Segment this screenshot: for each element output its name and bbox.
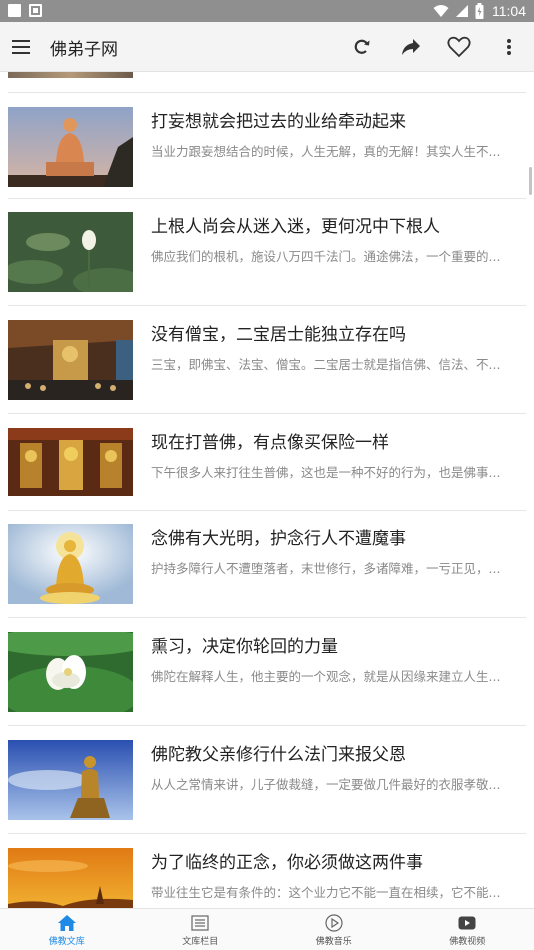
more-button[interactable] bbox=[497, 35, 521, 59]
heart-icon bbox=[447, 36, 471, 58]
battery-icon bbox=[475, 3, 484, 19]
article-title[interactable]: 为了临终的正念，你必须做这两件事 bbox=[151, 848, 521, 873]
article-thumbnail bbox=[8, 428, 133, 508]
favorite-button[interactable] bbox=[447, 35, 471, 59]
article-title[interactable]: 没有僧宝，二宝居士能独立存在吗 bbox=[151, 320, 521, 345]
app-notification-icon bbox=[29, 4, 42, 17]
menu-button[interactable] bbox=[12, 35, 36, 59]
article-summary: 三宝，即佛宝、法宝、僧宝。二宝居士就是指信佛、信法、不... bbox=[151, 357, 501, 372]
article-summary: 当业力跟妄想结合的时候，人生无解，真的无解！其实人生不... bbox=[151, 144, 501, 159]
article-list[interactable]: 打妄想就会把过去的业给牵动起来 当业力跟妄想结合的时候，人生无解，真的无解！其实… bbox=[0, 72, 534, 908]
article-title[interactable]: 打妄想就会把过去的业给牵动起来 bbox=[151, 107, 521, 132]
article-title[interactable]: 现在打普佛，有点像买保险一样 bbox=[151, 428, 521, 453]
tab-label: 佛教文库 bbox=[48, 937, 85, 947]
signal-icon bbox=[456, 5, 468, 17]
share-button[interactable] bbox=[399, 35, 423, 59]
list-icon bbox=[190, 914, 210, 932]
list-item[interactable]: 上根人尚会从迷入迷，更何况中下根人 佛应我们的根机，施设八万四千法门。通途佛法，… bbox=[0, 212, 534, 320]
app-bar: 佛弟子网 bbox=[0, 22, 534, 72]
refresh-icon bbox=[354, 39, 370, 54]
divider bbox=[8, 617, 526, 618]
divider bbox=[8, 510, 526, 511]
article-summary: 从人之常情来讲，儿子做裁缝，一定要做几件最好的衣服孝敬... bbox=[151, 777, 501, 792]
article-title[interactable]: 念佛有大光明，护念行人不遭魔事 bbox=[151, 524, 521, 549]
list-item[interactable]: 熏习，决定你轮回的力量 佛陀在解释人生，他主要的一个观念，就是从因缘来建立人生.… bbox=[0, 632, 534, 740]
article-summary: 佛应我们的根机，施设八万四千法门。通途佛法，一个重要的... bbox=[151, 249, 501, 264]
tab-label: 佛教音乐 bbox=[315, 937, 352, 947]
divider bbox=[8, 305, 526, 306]
home-icon bbox=[57, 914, 77, 932]
wifi-icon bbox=[433, 5, 449, 17]
status-bar: 11:04 bbox=[0, 0, 534, 22]
refresh-button[interactable] bbox=[350, 35, 374, 59]
article-thumbnail bbox=[8, 72, 133, 78]
notification-icon bbox=[8, 4, 21, 17]
article-thumbnail bbox=[8, 212, 133, 292]
tab-buddhist-music[interactable]: 佛教音乐 bbox=[267, 909, 401, 950]
share-icon bbox=[402, 39, 420, 55]
article-thumbnail bbox=[8, 740, 133, 820]
article-summary: 佛陀在解释人生，他主要的一个观念，就是从因缘来建立人生... bbox=[151, 669, 501, 684]
video-icon bbox=[457, 914, 477, 932]
article-thumbnail bbox=[8, 848, 133, 908]
divider bbox=[8, 413, 526, 414]
article-thumbnail bbox=[8, 632, 133, 712]
list-item[interactable]: 佛陀教父亲修行什么法门来报父恩 从人之常情来讲，儿子做裁缝，一定要做几件最好的衣… bbox=[0, 740, 534, 848]
clock-text: 11:04 bbox=[492, 3, 526, 19]
menu-icon bbox=[12, 40, 30, 42]
article-thumbnail bbox=[8, 524, 133, 604]
page-title: 佛弟子网 bbox=[50, 40, 118, 60]
article-summary: 带业往生它是有条件的：这个业力它不能一直在相续，它不能... bbox=[151, 885, 501, 900]
bottom-navigation: 佛教文库 文库栏目 佛教音乐 佛教视频 bbox=[0, 908, 534, 950]
list-item[interactable]: 为了临终的正念，你必须做这两件事 带业往生它是有条件的：这个业力它不能一直在相续… bbox=[0, 848, 534, 908]
article-summary: 下午很多人来打往生普佛，这也是一种不好的行为，也是佛事... bbox=[151, 465, 501, 480]
article-thumbnail bbox=[8, 107, 133, 187]
article-title[interactable]: 熏习，决定你轮回的力量 bbox=[151, 632, 521, 657]
more-vert-icon bbox=[507, 39, 511, 55]
article-title[interactable]: 上根人尚会从迷入迷，更何况中下根人 bbox=[151, 212, 521, 237]
divider bbox=[8, 198, 526, 199]
list-item[interactable]: 念佛有大光明，护念行人不遭魔事 护持多障行人不遭堕落者，末世修行，多诸障难，一亏… bbox=[0, 524, 534, 632]
tab-label: 佛教视频 bbox=[449, 937, 486, 947]
divider bbox=[8, 833, 526, 834]
article-title[interactable]: 佛陀教父亲修行什么法门来报父恩 bbox=[151, 740, 521, 765]
divider bbox=[8, 92, 526, 93]
tab-library-columns[interactable]: 文库栏目 bbox=[134, 909, 268, 950]
divider bbox=[8, 725, 526, 726]
article-summary: 护持多障行人不遭堕落者，末世修行，多诸障难，一亏正见，... bbox=[151, 561, 501, 576]
tab-buddhist-library[interactable]: 佛教文库 bbox=[0, 909, 134, 950]
tab-buddhist-video[interactable]: 佛教视频 bbox=[401, 909, 534, 950]
tab-label: 文库栏目 bbox=[182, 937, 219, 947]
list-item[interactable]: 现在打普佛，有点像买保险一样 下午很多人来打往生普佛，这也是一种不好的行为，也是… bbox=[0, 428, 534, 536]
list-item[interactable]: 没有僧宝，二宝居士能独立存在吗 三宝，即佛宝、法宝、僧宝。二宝居士就是指信佛、信… bbox=[0, 320, 534, 428]
play-circle-icon bbox=[324, 914, 344, 932]
article-thumbnail bbox=[8, 320, 133, 400]
